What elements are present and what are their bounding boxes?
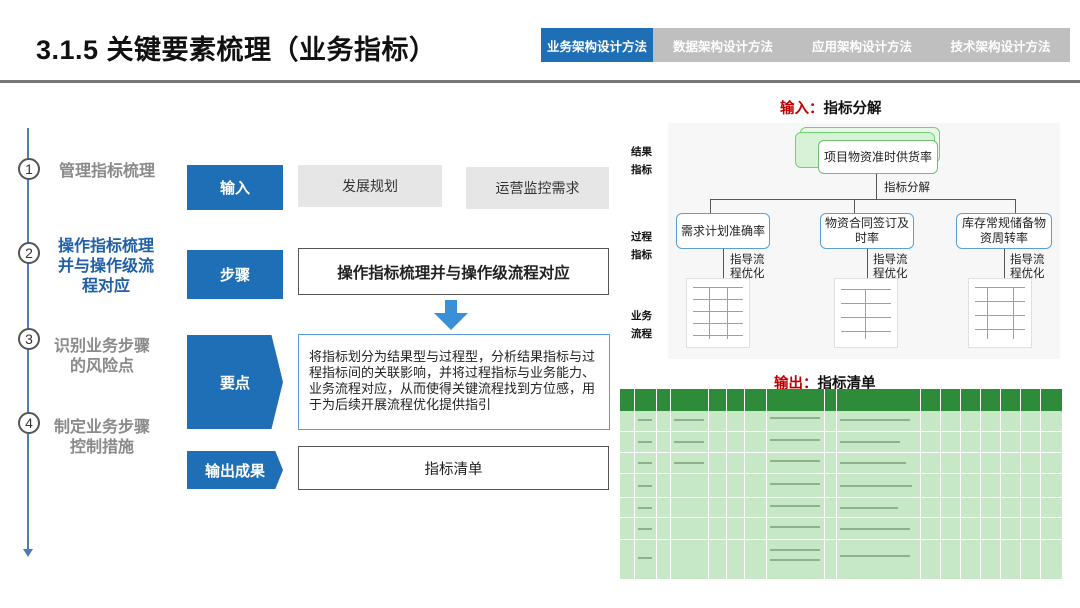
step-number-1: 1: [18, 158, 40, 180]
output-text-box: 指标清单: [298, 446, 609, 490]
indicator-diagram: 项目物资准时供货率 指标分解 需求计划准确率 物资合同签订及时率 库存常规储备物…: [668, 123, 1060, 359]
key-points-description: 将指标划分为结果型与过程型，分析结果指标与过程指标间的关联影响，并将过程指标与业…: [298, 334, 610, 430]
connector-vertical-top: [876, 174, 877, 199]
method-tabs: 业务架构设计方法 数据架构设计方法 应用架构设计方法 技术架构设计方法: [541, 28, 1070, 62]
step-4-text[interactable]: 制定业务步骤控制措施: [52, 418, 152, 458]
step-number-2: 2: [18, 242, 40, 264]
step-number-4: 4: [18, 412, 40, 434]
input-item-development-plan: 发展规划: [298, 165, 442, 207]
table-row: [620, 411, 1062, 432]
row-label-flow: 业务流程: [631, 310, 652, 340]
flow-thumbnail-2: [834, 278, 898, 348]
output-label: 输出成果: [187, 451, 283, 489]
tab-business-architecture[interactable]: 业务架构设计方法: [541, 28, 653, 62]
timeline-arrow-icon: [23, 549, 33, 557]
row-label-process: 过程指标: [631, 231, 652, 261]
connector-right: [1015, 199, 1016, 213]
step-2-text[interactable]: 操作指标梳理并与操作级流程对应: [56, 237, 156, 297]
guide-label-2: 指导流程优化: [873, 254, 908, 280]
connector-guide-3: [1004, 249, 1005, 279]
key-points-label: 要点: [187, 335, 283, 429]
row-label-result: 结果指标: [631, 146, 652, 176]
connector-guide-2: [867, 249, 868, 279]
diagram-title-text: 指标分解: [823, 101, 882, 117]
tab-application-architecture[interactable]: 应用架构设计方法: [793, 28, 931, 62]
input-label: 输入: [187, 165, 283, 210]
tab-data-architecture[interactable]: 数据架构设计方法: [653, 28, 793, 62]
step-number-3: 3: [18, 328, 40, 350]
step-3-text[interactable]: 识别业务步骤的风险点: [52, 337, 152, 377]
card-contract-signing-timeliness: 物资合同签订及时率: [820, 213, 914, 249]
split-label: 指标分解: [884, 182, 930, 194]
connector-left: [710, 199, 711, 213]
header-divider: [0, 80, 1080, 83]
input-item-monitoring-needs: 运营监控需求: [466, 167, 609, 209]
indicator-list-table: [620, 389, 1062, 580]
steps-text-box: 操作指标梳理并与操作级流程对应: [298, 248, 609, 295]
top-card-on-time-supply: 项目物资准时供货率: [818, 140, 938, 174]
card-inventory-turnover: 库存常规储备物资周转率: [956, 213, 1052, 249]
tab-technology-architecture[interactable]: 技术架构设计方法: [931, 28, 1070, 62]
step-1-text[interactable]: 管理指标梳理: [52, 162, 162, 182]
connector-horizontal: [710, 199, 1015, 200]
flow-thumbnail-3: [968, 278, 1032, 348]
guide-label-1: 指导流程优化: [730, 254, 765, 280]
table-row: [620, 540, 1062, 580]
connector-middle: [854, 199, 855, 213]
table-header-row: [620, 389, 1062, 411]
page-title: 3.1.5 关键要素梳理（业务指标）: [36, 35, 437, 65]
guide-label-3: 指导流程优化: [1010, 254, 1045, 280]
diagram-title-prefix: 输入：: [780, 101, 824, 117]
flow-thumbnail-1: [686, 278, 750, 348]
diagram-title: 输入：指标分解: [780, 97, 882, 118]
down-arrow-icon: [434, 300, 468, 330]
connector-guide-1: [723, 249, 724, 279]
card-demand-plan-accuracy: 需求计划准确率: [676, 213, 770, 249]
steps-label: 步骤: [187, 250, 283, 299]
